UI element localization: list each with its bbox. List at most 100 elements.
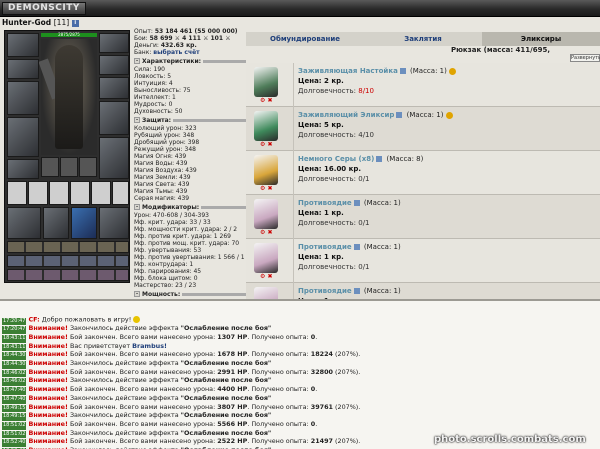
spell-slot-row-2[interactable] bbox=[7, 255, 129, 267]
bracers-slot[interactable] bbox=[99, 55, 129, 75]
chat-time[interactable]: 18:47:40 bbox=[2, 395, 27, 404]
ring-slot-2[interactable] bbox=[60, 157, 78, 177]
spell-slot[interactable] bbox=[99, 207, 129, 239]
leggings-slot[interactable] bbox=[99, 137, 129, 179]
item-name[interactable]: Противоядие bbox=[298, 199, 352, 207]
necklace-slot[interactable] bbox=[7, 59, 39, 79]
item-actions[interactable]: ⚙ ✖ bbox=[260, 97, 273, 104]
item-image[interactable]: ⚙ ✖ bbox=[246, 283, 294, 299]
chat-time[interactable]: 18:49:15 bbox=[2, 404, 27, 413]
list-item[interactable]: ⚙ ✖Противоядие (Масса: 1) Цена: 1 кр.Дол… bbox=[246, 283, 600, 299]
chat-time[interactable]: 18:52:40 bbox=[2, 439, 27, 448]
chat-time[interactable]: 18:46:02 bbox=[2, 369, 27, 378]
spell-slot-row-1[interactable] bbox=[7, 241, 129, 253]
list-item[interactable]: ⚙ ✖ Заживляющий Эликсир (Масса: 1) Цена: … bbox=[246, 107, 600, 151]
expand-button[interactable]: Развернуть bbox=[570, 54, 600, 62]
gloves-slot[interactable] bbox=[99, 77, 129, 99]
item-image[interactable]: ⚙ ✖ bbox=[246, 195, 294, 239]
ring-slot-3[interactable] bbox=[79, 157, 97, 177]
amulet-slot[interactable] bbox=[71, 207, 97, 239]
info-icon[interactable]: i bbox=[71, 19, 79, 27]
tab-spells[interactable]: Заклятия bbox=[364, 32, 482, 46]
earrings-slot[interactable] bbox=[99, 33, 129, 53]
boots-slot[interactable] bbox=[7, 207, 41, 239]
chat-time[interactable]: 18:43:11 bbox=[2, 334, 27, 343]
info-icon[interactable] bbox=[399, 68, 406, 74]
belt-pocket-1[interactable] bbox=[7, 181, 27, 205]
chat-time[interactable]: 18:44:30 bbox=[2, 352, 27, 361]
collapse-icon[interactable]: - bbox=[134, 58, 140, 64]
list-item[interactable]: ⚙ ✖Противоядие (Масса: 1) Цена: 1 кр.Дол… bbox=[246, 195, 600, 239]
item-actions[interactable]: ⚙ ✖ bbox=[260, 229, 273, 236]
armor-slot[interactable] bbox=[7, 117, 39, 157]
chat-username[interactable]: Brambus! bbox=[132, 343, 167, 350]
stat-row: Мудрость: 0 bbox=[134, 101, 173, 108]
item-details: Заживляющий Эликсир (Масса: 1) Цена: 5 к… bbox=[294, 107, 453, 150]
summary-value[interactable]: выбрать счёт bbox=[153, 49, 199, 56]
item-name[interactable]: Заживляющая Настойка bbox=[298, 67, 398, 75]
modifiers-header[interactable]: - Модификаторы: bbox=[134, 203, 246, 211]
item-actions[interactable]: ⚙ ✖ bbox=[260, 273, 273, 280]
belt-slot[interactable] bbox=[7, 159, 39, 179]
chat-time[interactable]: 18:44:30 bbox=[2, 361, 27, 369]
info-icon[interactable] bbox=[353, 200, 360, 206]
item-image[interactable]: ⚙ ✖ bbox=[246, 107, 294, 151]
belt-pocket-2[interactable] bbox=[28, 181, 48, 205]
weapon-slot[interactable] bbox=[7, 81, 39, 115]
item-image[interactable]: ⚙ ✖ bbox=[246, 151, 294, 195]
tab-elixirs[interactable]: Эликсиры bbox=[482, 32, 600, 46]
item-durability: Долговечность: 0/1 bbox=[298, 262, 401, 272]
item-image[interactable]: ⚙ ✖ bbox=[246, 239, 294, 283]
tab-equipment[interactable]: Обмундирование bbox=[246, 32, 364, 46]
summary-row: Опыт: 53 184 461 (55 000 000) bbox=[134, 28, 246, 35]
helmet-slot[interactable] bbox=[7, 33, 39, 57]
protection-header[interactable]: - Защита: bbox=[134, 116, 246, 124]
item-name[interactable]: Противоядие bbox=[298, 287, 352, 295]
power-header[interactable]: - Мощность: bbox=[134, 290, 246, 298]
collapse-icon[interactable]: - bbox=[134, 204, 140, 210]
chat-time[interactable]: 18:47:40 bbox=[2, 387, 27, 395]
characteristics-header[interactable]: - Характеристики: bbox=[134, 57, 246, 65]
item-name-row: Противоядие (Масса: 1) bbox=[298, 242, 401, 252]
collapse-icon[interactable]: - bbox=[134, 291, 140, 297]
item-name[interactable]: Немного Серы (x8) bbox=[298, 155, 374, 163]
character-name[interactable]: Hunter-God bbox=[2, 18, 51, 27]
spell-slot-row-3[interactable] bbox=[7, 269, 129, 281]
coin-icon[interactable] bbox=[449, 67, 457, 75]
stat-row: Интуиция: 4 bbox=[134, 80, 173, 87]
collapse-icon[interactable]: - bbox=[134, 117, 140, 123]
chat-line: 18:43:11 Внимание! Вас приветствует Bramb… bbox=[2, 343, 598, 352]
belt-pocket-4[interactable] bbox=[70, 181, 90, 205]
info-icon[interactable] bbox=[353, 288, 360, 294]
belt-pocket-3[interactable] bbox=[49, 181, 69, 205]
shield-slot[interactable] bbox=[99, 101, 129, 135]
list-item[interactable]: ⚙ ✖ Заживляющая Настойка (Масса: 1) Цена:… bbox=[246, 63, 600, 107]
chat-time[interactable]: 18:46:02 bbox=[2, 378, 27, 387]
info-icon[interactable] bbox=[376, 156, 383, 162]
coin-icon[interactable] bbox=[445, 111, 453, 119]
belt-pocket-6[interactable] bbox=[112, 181, 129, 205]
durability-value: 8/10 bbox=[358, 87, 374, 95]
item-name[interactable]: Заживляющий Эликсир bbox=[298, 111, 394, 119]
list-item[interactable]: ⚙ ✖Противоядие (Масса: 1) Цена: 1 кр.Дол… bbox=[246, 239, 600, 283]
ring-slot-1[interactable] bbox=[41, 157, 59, 177]
chat-time[interactable]: 18:51:02 bbox=[2, 430, 27, 439]
info-icon[interactable] bbox=[396, 112, 403, 118]
chat-time[interactable]: 18:51:02 bbox=[2, 421, 27, 430]
item-actions[interactable]: ⚙ ✖ bbox=[260, 185, 273, 192]
character-avatar[interactable] bbox=[38, 39, 97, 155]
list-item[interactable]: ⚙ ✖ Немного Серы (x8) (Масса: 8) Цена: 16… bbox=[246, 151, 600, 195]
section-title: Защита: bbox=[142, 116, 172, 124]
chat-time[interactable]: 18:49:15 bbox=[2, 413, 27, 421]
chat-time[interactable]: 18:43:11 bbox=[2, 343, 27, 352]
belt-pocket-5[interactable] bbox=[91, 181, 111, 205]
item-actions[interactable]: ⚙ ✖ bbox=[260, 141, 273, 148]
item-name[interactable]: Противоядие bbox=[298, 243, 352, 251]
chat-time[interactable]: 17:20:47 bbox=[2, 326, 27, 334]
chat-text: . Получено опыта: bbox=[247, 386, 311, 394]
chat-time[interactable]: 17:20:47 bbox=[2, 317, 27, 326]
info-icon[interactable] bbox=[353, 244, 360, 250]
item-image[interactable]: ⚙ ✖ bbox=[246, 63, 294, 107]
logo: DEMONSCITY bbox=[2, 2, 86, 15]
rune-slot[interactable] bbox=[43, 207, 69, 239]
